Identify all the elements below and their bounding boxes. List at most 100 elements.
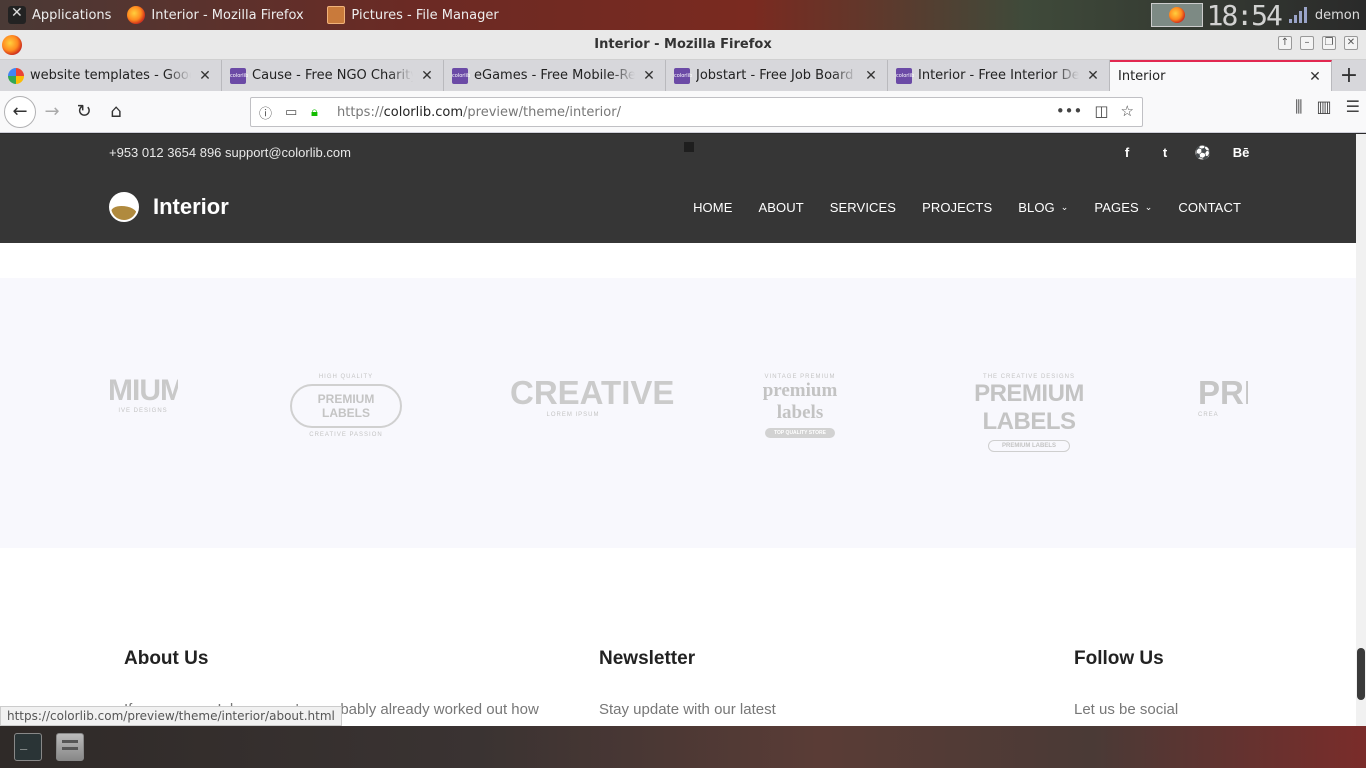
colorlib-icon: colorlib [896,67,914,84]
footer-follow: Follow Us Let us be social [1074,648,1274,722]
taskbar-file-manager[interactable]: Pictures - File Manager [319,0,506,30]
permissions-icon[interactable]: ▭ [285,105,303,120]
library-icon[interactable]: ⫼ [1295,97,1302,117]
terminal-icon[interactable] [14,733,42,761]
status-bar-link: https://colorlib.com/preview/theme/inter… [0,706,342,726]
navigation-toolbar: ← → ↻ ⌂ ⓘ ▭ 🔒︎ https://colorlib.com/prev… [0,91,1366,133]
site-header: +953 012 3654 896 support@colorlib.com f… [0,134,1356,243]
page-scrollbar[interactable] [1356,134,1366,726]
url-path: /preview/theme/interior/ [463,104,621,120]
logo-subtext: CREATIVE PASSION [309,432,383,438]
url-text[interactable]: https://colorlib.com/preview/theme/inter… [337,105,621,120]
user-name[interactable]: demon [1315,8,1360,23]
nav-label: ABOUT [758,200,804,215]
logo-subtext: HIGH QUALITY [318,374,374,380]
logo-text: CREATIVE [510,374,675,411]
tab-close-icon[interactable]: ✕ [1085,68,1101,84]
nav-contact[interactable]: CONTACT [1178,200,1241,215]
social-links: f t ⚽ Bē [1108,145,1260,161]
new-tab-button[interactable]: + [1332,60,1366,91]
site-brand[interactable]: Interior [109,192,229,222]
google-icon [8,67,24,84]
behance-icon[interactable]: Bē [1222,145,1260,161]
nav-label: SERVICES [829,200,897,215]
nav-blog[interactable]: BLOG ⌄ [1018,200,1068,215]
url-actions: ••• ◫ ☆ [1056,102,1134,120]
topbar-phone[interactable]: +953 012 3654 896 [109,145,221,160]
pocket-icon[interactable]: ◫ [1094,102,1108,120]
facebook-icon[interactable]: f [1108,145,1146,161]
colorlib-icon: colorlib [230,67,248,84]
url-bar[interactable]: ⓘ ▭ 🔒︎ https://colorlib.com/preview/them… [250,97,1143,127]
reload-button[interactable]: ↻ [68,96,100,128]
firefox-icon [1168,7,1185,23]
footer-widgets: About Us If you own an Iphone, you've pr… [0,548,1356,726]
partner-logo[interactable]: MIUM IVE DESIGNS [108,374,178,414]
tab-interior-free[interactable]: colorlib Interior - Free Interior Design… [888,60,1110,91]
partner-logo[interactable]: VINTAGE PREMIUM premium labels TOP QUALI… [740,374,860,438]
partner-logo[interactable]: THE CREATIVE DESIGNS PREMIUM LABELS PREM… [950,374,1108,452]
logo-text: MIUM [108,374,178,407]
logo-subtext: TOP QUALITY STORE [765,428,835,438]
colorlib-icon: colorlib [452,67,470,84]
toolbar-right: ⫼ ▥ ☰ [1295,97,1360,117]
home-button[interactable]: ⌂ [100,96,132,128]
tab-label: eGames - Free Mobile-Ready [474,68,635,83]
lock-icon[interactable]: 🔒︎ [311,105,329,120]
window-title: Interior - Mozilla Firefox [594,37,772,52]
colorlib-icon: colorlib [674,67,692,84]
window-up-icon[interactable]: ↑ [1278,36,1292,50]
firefox-icon [2,35,22,55]
nav-services[interactable]: SERVICES [830,200,896,215]
nav-about[interactable]: ABOUT [758,200,803,215]
tab-close-icon[interactable]: ✕ [419,68,435,84]
nav-pages[interactable]: PAGES ⌄ [1094,200,1152,215]
info-icon[interactable]: ⓘ [259,103,277,122]
maximize-icon[interactable]: ❐ [1322,36,1336,50]
close-icon[interactable]: ✕ [1344,36,1358,50]
footer-newsletter: Newsletter Stay update with our latest [599,648,899,722]
back-button[interactable]: ← [4,95,36,128]
nav-label: PAGES [1094,200,1139,215]
logo-text: PRE [1198,374,1248,411]
taskbar-firefox[interactable]: Interior - Mozilla Firefox [119,0,319,30]
tab-label: Cause - Free NGO Charity We [252,68,413,83]
tab-interior-active[interactable]: Interior ✕ [1110,60,1332,91]
tray-firefox-button[interactable] [1150,3,1203,27]
network-signal-icon[interactable] [1288,7,1307,23]
tab-close-icon[interactable]: ✕ [641,68,657,84]
bookmark-star-icon[interactable]: ☆ [1121,102,1134,120]
applications-label: Applications [32,7,112,23]
topbar-email[interactable]: support@colorlib.com [225,145,351,160]
dribbble-icon[interactable]: ⚽ [1184,145,1222,161]
logo-subtext: IVE DESIGNS [118,408,168,414]
page-actions-icon[interactable]: ••• [1056,102,1083,120]
nav-home[interactable]: HOME [693,200,732,215]
tab-jobstart[interactable]: colorlib Jobstart - Free Job Board Web ✕ [666,60,888,91]
footer-newsletter-title: Newsletter [599,648,696,669]
twitter-icon[interactable]: t [1146,145,1184,161]
partner-logo[interactable]: PRE CREA [1198,374,1248,418]
partner-logo[interactable]: HIGH QUALITY PREMIUM LABELS CREATIVE PAS… [290,374,402,438]
file-cabinet-icon[interactable] [56,733,84,761]
nav-projects[interactable]: PROJECTS [922,200,992,215]
tab-close-icon[interactable]: ✕ [197,68,213,84]
tab-strip: website templates - Google S ✕ colorlib … [0,60,1366,91]
tab-close-icon[interactable]: ✕ [863,68,879,84]
minimize-icon[interactable]: – [1300,36,1314,50]
forward-button[interactable]: → [36,96,68,128]
menu-icon[interactable]: ☰ [1346,97,1360,117]
sidebar-icon[interactable]: ▥ [1317,97,1332,117]
applications-menu[interactable]: Applications [0,0,119,30]
taskbar-file-manager-label: Pictures - File Manager [351,7,499,23]
tab-egames[interactable]: colorlib eGames - Free Mobile-Ready ✕ [444,60,666,91]
tab-close-icon[interactable]: ✕ [1307,69,1323,85]
partner-logo[interactable]: CREATIVE LOREM IPSUM [510,374,675,418]
window-titlebar: Interior - Mozilla Firefox ↑ – ❐ ✕ [0,30,1366,60]
logo-subtext: PREMIUM LABELS [988,440,1070,452]
tab-label: website templates - Google S [30,68,191,83]
header-marker [684,142,694,152]
tab-cause[interactable]: colorlib Cause - Free NGO Charity We ✕ [222,60,444,91]
tab-google-search[interactable]: website templates - Google S ✕ [0,60,222,91]
scrollbar-thumb[interactable] [1357,648,1365,700]
